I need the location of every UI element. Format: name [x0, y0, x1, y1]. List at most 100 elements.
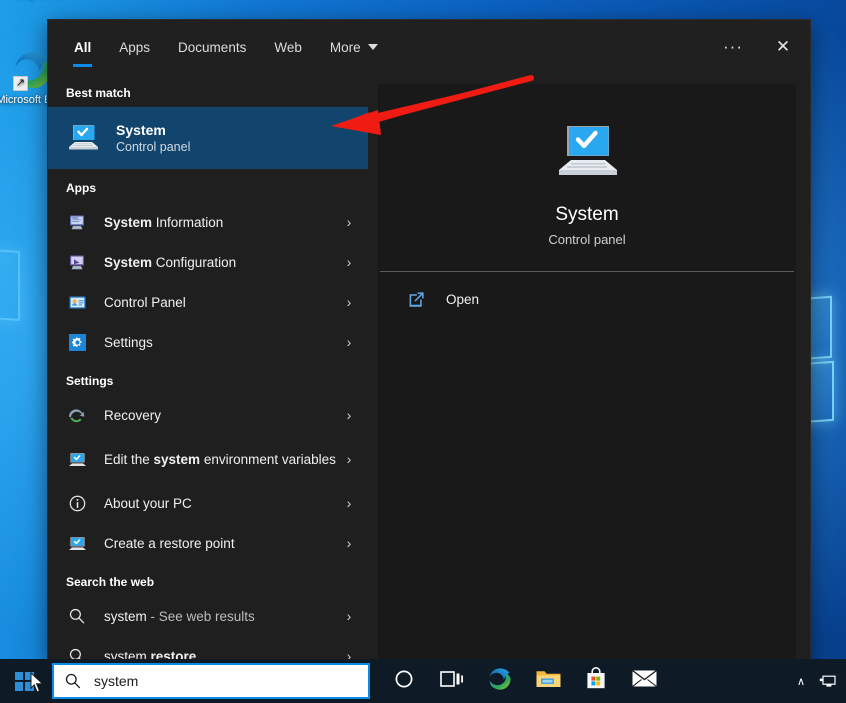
restore-point-icon [66, 532, 88, 554]
open-action-button[interactable]: Open [380, 280, 794, 318]
preview-actions: Open [378, 280, 796, 318]
result-label: system - See web results [104, 608, 255, 624]
more-options-button[interactable]: ··· [710, 20, 756, 74]
system-control-panel-icon [553, 118, 621, 186]
result-label: Edit the system environment variables [104, 451, 336, 467]
environment-variables-icon [66, 448, 88, 470]
chevron-down-icon [367, 44, 378, 50]
tab-all[interactable]: All [60, 20, 105, 74]
group-header-best-match: Best match [66, 86, 131, 100]
file-explorer-button[interactable] [524, 659, 572, 703]
result-label: About your PC [104, 495, 192, 511]
wallpaper-pane-left [0, 248, 20, 322]
taskbar: system ∧ [0, 659, 846, 703]
settings-gear-icon [66, 331, 88, 353]
system-tray: ∧ [788, 659, 846, 703]
search-header-controls: ··· ✕ [710, 20, 810, 74]
chevron-right-icon[interactable]: › [340, 495, 358, 511]
result-best-match-system[interactable]: System Control panel [48, 107, 368, 169]
chevron-right-icon[interactable]: › [340, 608, 358, 624]
result-create-a-restore-point[interactable]: Create a restore point › [48, 523, 368, 563]
search-input-value: system [94, 673, 139, 689]
result-label: System Configuration [104, 254, 237, 270]
taskbar-search-input[interactable]: system [52, 663, 370, 699]
windows-logo-icon [14, 671, 34, 691]
search-header: All Apps Documents Web More ··· ✕ [48, 20, 810, 74]
tab-more[interactable]: More [316, 20, 392, 74]
chevron-right-icon[interactable]: › [340, 334, 358, 350]
group-header-settings: Settings [66, 374, 114, 388]
chevron-right-icon[interactable]: › [340, 214, 358, 230]
folder-icon [535, 667, 562, 696]
microsoft-edge-button[interactable] [476, 659, 524, 703]
show-hidden-icons-button[interactable]: ∧ [788, 659, 814, 703]
preview-hero: System Control panel [378, 84, 796, 271]
search-preview-pane: System Control panel Open [368, 74, 810, 663]
open-action-label: Open [446, 291, 480, 307]
start-button[interactable] [0, 659, 48, 703]
system-control-panel-icon [66, 121, 100, 155]
shortcut-arrow-icon: ↗ [13, 76, 28, 91]
system-information-icon [66, 211, 88, 233]
group-header-apps: Apps [66, 181, 96, 195]
microsoft-store-button[interactable] [572, 659, 620, 703]
chevron-right-icon[interactable]: › [340, 294, 358, 310]
search-icon [66, 605, 88, 627]
cortana-icon [393, 668, 415, 695]
best-match-subtitle: Control panel [116, 139, 191, 154]
preview-divider [380, 271, 794, 272]
tab-label: Documents [178, 39, 247, 55]
result-label: Recovery [104, 407, 162, 423]
tab-apps[interactable]: Apps [105, 20, 164, 74]
control-panel-icon [66, 291, 88, 313]
open-external-icon [408, 291, 428, 308]
result-label: Create a restore point [104, 535, 235, 551]
taskbar-pinned-items [380, 659, 668, 703]
mail-envelope-icon [631, 668, 658, 694]
tab-label: Web [274, 39, 302, 55]
desktop-icon-label: Recycle bin [2, 0, 76, 1]
result-system-information[interactable]: System Information › [48, 202, 368, 242]
search-tabs: All Apps Documents Web More [60, 20, 392, 74]
tab-documents[interactable]: Documents [164, 20, 260, 74]
task-view-button[interactable] [428, 659, 476, 703]
windows-search-flyout: All Apps Documents Web More ··· ✕ Best m… [48, 20, 810, 663]
search-results-list: Best match System Control panel Apps Sys… [48, 74, 368, 663]
about-pc-icon [66, 492, 88, 514]
tab-label: Apps [119, 39, 151, 55]
system-configuration-icon [66, 251, 88, 273]
result-control-panel[interactable]: Control Panel › [48, 282, 368, 322]
cortana-button[interactable] [380, 659, 428, 703]
close-button[interactable]: ✕ [756, 20, 810, 74]
screen: Recycle bin ↗ Microsoft Edge [0, 0, 846, 703]
group-header-search-the-web: Search the web [66, 575, 155, 589]
tab-web[interactable]: Web [260, 20, 316, 74]
result-edit-system-environment-variables[interactable]: Edit the system environment variables › [48, 435, 368, 483]
chevron-right-icon[interactable]: › [340, 407, 358, 423]
chevron-right-icon[interactable]: › [340, 254, 358, 270]
edge-icon [487, 666, 513, 697]
preview-subtitle: Control panel [548, 232, 626, 247]
desktop-icon-recycle-bin[interactable]: Recycle bin [2, 0, 76, 1]
task-view-icon [440, 669, 464, 694]
best-match-text: System Control panel [116, 121, 190, 156]
preview-title: System [555, 204, 619, 225]
result-label: Settings [104, 334, 153, 350]
tab-label: More [329, 39, 361, 55]
best-match-title: System [116, 121, 166, 138]
result-web-system[interactable]: system - See web results › [48, 596, 368, 636]
network-icon[interactable] [814, 659, 840, 703]
result-system-configuration[interactable]: System Configuration › [48, 242, 368, 282]
preview-card: System Control panel Open [378, 84, 796, 663]
tab-label: All [74, 39, 92, 55]
recovery-icon [66, 404, 88, 426]
result-about-your-pc[interactable]: About your PC › [48, 483, 368, 523]
search-icon [64, 672, 86, 690]
mail-button[interactable] [620, 659, 668, 703]
chevron-right-icon[interactable]: › [340, 535, 358, 551]
result-recovery[interactable]: Recovery › [48, 395, 368, 435]
chevron-right-icon[interactable]: › [340, 451, 358, 467]
result-settings[interactable]: Settings › [48, 322, 368, 362]
store-bag-icon [584, 666, 608, 696]
result-label: System Information [104, 214, 224, 230]
